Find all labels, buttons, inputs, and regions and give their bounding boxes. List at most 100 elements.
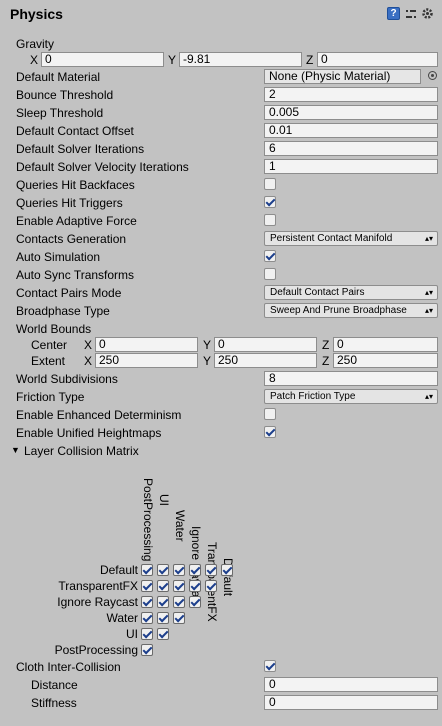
matrix-checkbox[interactable] (173, 612, 185, 624)
queries-hit-backfaces-row: Queries Hit Backfaces (0, 176, 442, 194)
dropdown-arrow-icon: ▴▾ (424, 234, 433, 243)
default-material-label: Default Material (16, 70, 101, 84)
contact-pairs-mode-row: Contact Pairs Mode Default Contact Pairs… (0, 284, 442, 302)
extent-y-label: Y (203, 354, 212, 368)
enhanced-determinism-checkbox[interactable] (264, 408, 276, 420)
default-solver-iterations-label: Default Solver Iterations (16, 142, 145, 156)
enhanced-determinism-label: Enable Enhanced Determinism (16, 408, 182, 422)
broadphase-type-value: Sweep And Prune Broadphase (270, 305, 407, 316)
cloth-distance-field[interactable]: 0 (264, 677, 438, 692)
bounce-threshold-field[interactable]: 2 (264, 87, 438, 102)
matrix-checkbox[interactable] (173, 596, 185, 608)
page-title: Physics (10, 6, 63, 22)
extent-x-field[interactable]: 250 (95, 353, 198, 368)
matrix-checkbox[interactable] (141, 596, 153, 608)
enable-adaptive-force-row: Enable Adaptive Force (0, 212, 442, 230)
default-solver-velocity-iterations-row: Default Solver Velocity Iterations 1 (0, 158, 442, 176)
contact-pairs-mode-dropdown[interactable]: Default Contact Pairs ▴▾ (264, 285, 438, 300)
matrix-checkbox[interactable] (141, 564, 153, 576)
center-y-label: Y (203, 338, 212, 352)
contacts-generation-label: Contacts Generation (16, 232, 127, 246)
matrix-checkbox[interactable] (157, 628, 169, 640)
gravity-x-label: X (30, 53, 39, 67)
sleep-threshold-field[interactable]: 0.005 (264, 105, 438, 120)
queries-hit-triggers-row: Queries Hit Triggers (0, 194, 442, 212)
contact-pairs-mode-label: Contact Pairs Mode (16, 286, 122, 300)
layer-collision-matrix-foldout[interactable]: ▼ Layer Collision Matrix (0, 442, 442, 460)
layer-collision-matrix-label: Layer Collision Matrix (24, 444, 139, 458)
matrix-checkbox[interactable] (157, 612, 169, 624)
matrix-checkbox[interactable] (189, 580, 201, 592)
center-z-field[interactable]: 0 (333, 337, 438, 352)
matrix-column-label: Water (173, 510, 187, 542)
default-solver-velocity-iterations-label: Default Solver Velocity Iterations (16, 160, 189, 174)
queries-hit-triggers-checkbox[interactable] (264, 196, 276, 208)
center-x-label: X (84, 338, 93, 352)
extent-z-label: Z (322, 354, 330, 368)
world-subdivisions-field[interactable]: 8 (264, 371, 438, 386)
matrix-checkbox[interactable] (189, 596, 201, 608)
preset-icon[interactable] (404, 7, 417, 20)
center-z-label: Z (322, 338, 330, 352)
friction-type-dropdown[interactable]: Patch Friction Type ▴▾ (264, 389, 438, 404)
enhanced-determinism-row: Enable Enhanced Determinism (0, 406, 442, 424)
matrix-checkbox[interactable] (141, 628, 153, 640)
gravity-z-field[interactable]: 0 (317, 52, 438, 67)
cloth-inter-collision-checkbox[interactable] (264, 660, 276, 672)
default-material-row: Default Material None (Physic Material) (0, 68, 442, 86)
matrix-checkbox[interactable] (189, 564, 201, 576)
matrix-checkbox[interactable] (157, 580, 169, 592)
broadphase-type-dropdown[interactable]: Sweep And Prune Broadphase ▴▾ (264, 303, 438, 318)
gravity-y-field[interactable]: -9.81 (179, 52, 302, 67)
matrix-row-label: Default (99, 563, 138, 577)
center-y-field[interactable]: 0 (214, 337, 317, 352)
friction-type-label: Friction Type (16, 390, 85, 404)
matrix-row-label: Ignore Raycast (57, 595, 138, 609)
auto-sync-transforms-checkbox[interactable] (264, 268, 276, 280)
auto-simulation-checkbox[interactable] (264, 250, 276, 262)
cloth-inter-collision-row: Cloth Inter-Collision (0, 658, 442, 676)
queries-hit-backfaces-checkbox[interactable] (264, 178, 276, 190)
matrix-column-label: UI (157, 494, 171, 506)
default-material-field[interactable]: None (Physic Material) (264, 69, 421, 84)
world-subdivisions-label: World Subdivisions (16, 372, 118, 386)
gravity-x-field[interactable]: 0 (41, 52, 164, 67)
matrix-checkbox[interactable] (141, 612, 153, 624)
cloth-stiffness-field[interactable]: 0 (264, 695, 438, 710)
matrix-checkbox[interactable] (141, 580, 153, 592)
dropdown-arrow-icon: ▴▾ (424, 288, 433, 297)
extent-y-field[interactable]: 250 (214, 353, 317, 368)
foldout-arrow-icon[interactable]: ▼ (11, 445, 20, 455)
unified-heightmaps-label: Enable Unified Heightmaps (16, 426, 162, 440)
dropdown-arrow-icon: ▴▾ (424, 392, 433, 401)
help-icon[interactable]: ? (387, 7, 400, 20)
matrix-checkbox[interactable] (173, 564, 185, 576)
settings-icon[interactable] (421, 7, 434, 20)
contacts-generation-dropdown[interactable]: Persistent Contact Manifold ▴▾ (264, 231, 438, 246)
default-contact-offset-field[interactable]: 0.01 (264, 123, 438, 138)
default-solver-velocity-iterations-field[interactable]: 1 (264, 159, 438, 174)
default-contact-offset-row: Default Contact Offset 0.01 (0, 122, 442, 140)
default-solver-iterations-field[interactable]: 6 (264, 141, 438, 156)
unified-heightmaps-checkbox[interactable] (264, 426, 276, 438)
matrix-checkbox[interactable] (141, 644, 153, 656)
center-x-field[interactable]: 0 (95, 337, 198, 352)
matrix-checkbox[interactable] (157, 564, 169, 576)
enable-adaptive-force-checkbox[interactable] (264, 214, 276, 226)
matrix-checkbox[interactable] (173, 580, 185, 592)
friction-type-row: Friction Type Patch Friction Type ▴▾ (0, 388, 442, 406)
matrix-checkbox[interactable] (205, 580, 217, 592)
auto-sync-transforms-row: Auto Sync Transforms (0, 266, 442, 284)
matrix-checkbox[interactable] (157, 596, 169, 608)
matrix-checkbox[interactable] (205, 564, 217, 576)
contacts-generation-value: Persistent Contact Manifold (270, 233, 393, 244)
cloth-inter-collision-label: Cloth Inter-Collision (16, 660, 121, 674)
cloth-distance-label: Distance (31, 678, 78, 692)
cloth-stiffness-row: Stiffness 0 (0, 694, 442, 712)
matrix-row-label: UI (126, 627, 138, 641)
extent-z-field[interactable]: 250 (333, 353, 438, 368)
queries-hit-triggers-label: Queries Hit Triggers (16, 196, 123, 210)
object-picker-icon[interactable] (428, 71, 437, 80)
inspector-header: Physics ? (0, 0, 442, 30)
matrix-checkbox[interactable] (221, 564, 233, 576)
